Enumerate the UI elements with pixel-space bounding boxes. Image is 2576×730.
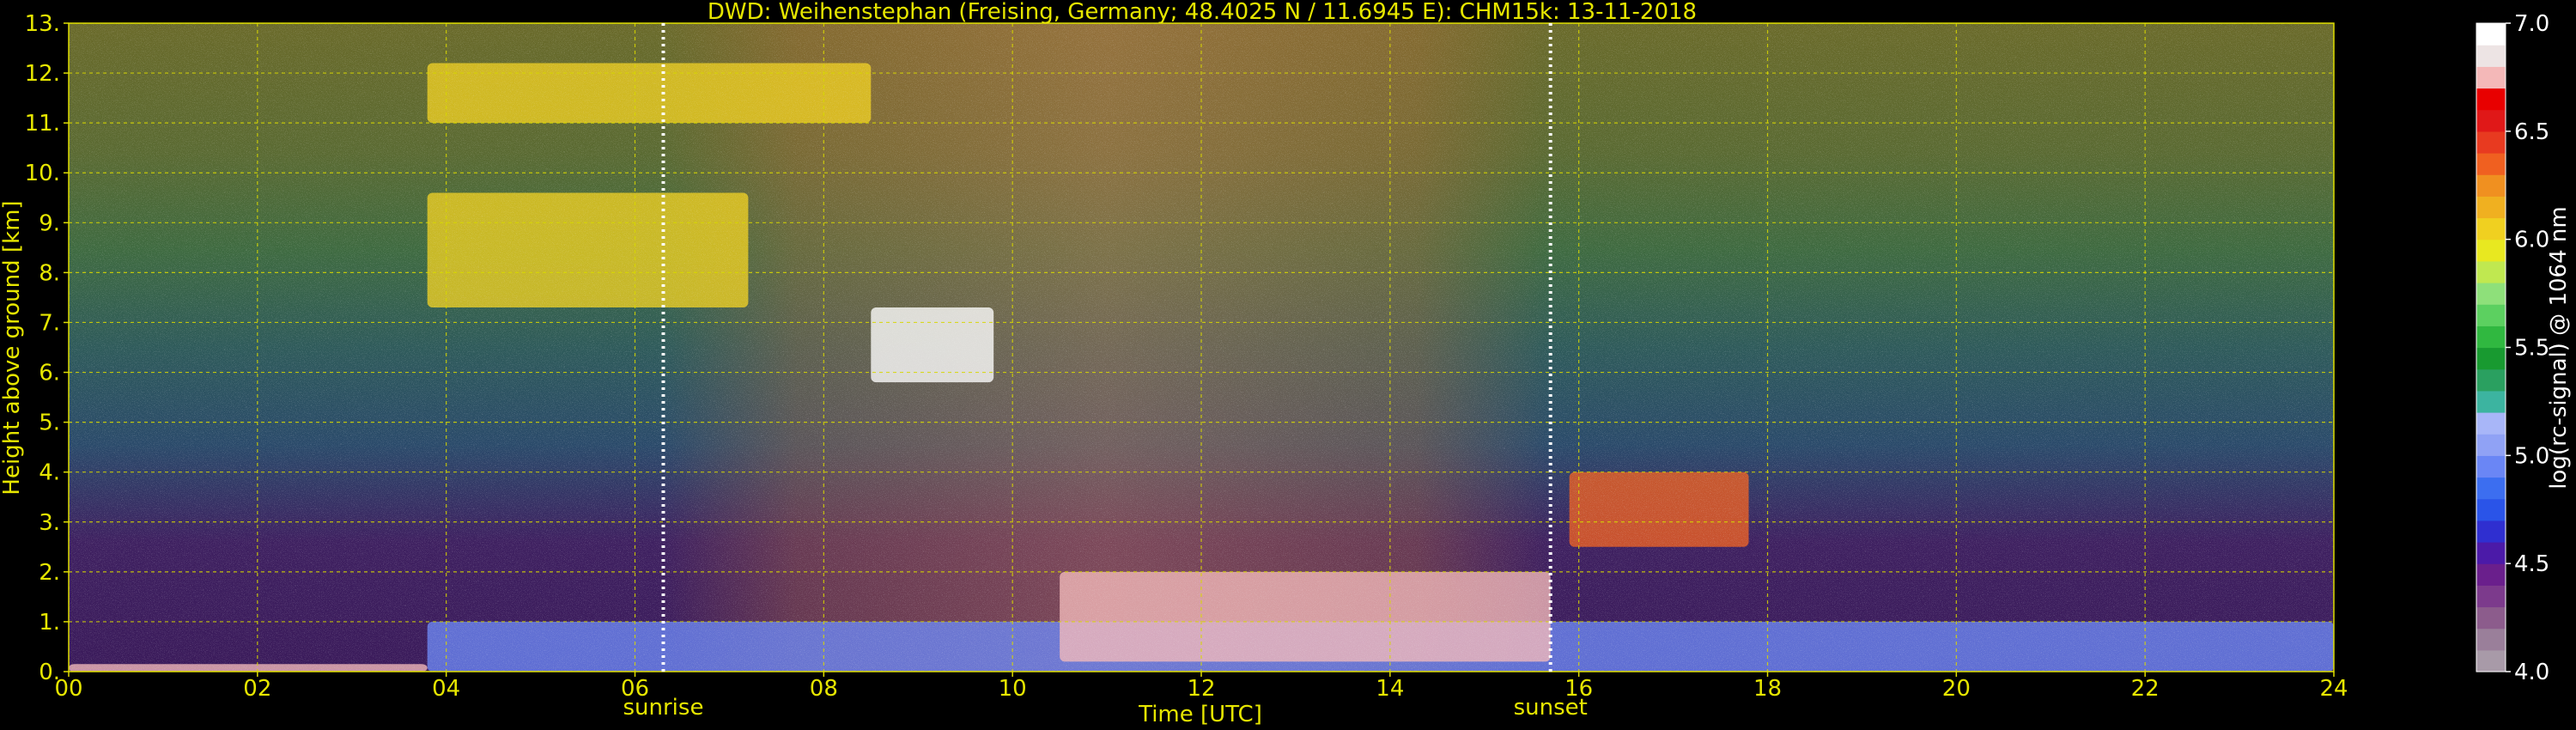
x-tick-label: 24 [2319,676,2348,702]
colorbar-segment [2476,412,2506,435]
colorbar-tick-label: 6.0 [2514,228,2549,253]
y-tick-label: 10. [25,161,60,186]
x-tick-label: 10 [999,676,1027,702]
y-tick-label: 7. [39,310,60,336]
y-tick-label: 0. [39,660,60,685]
x-tick-label: 18 [1753,676,1782,702]
colorbar-segment [2476,66,2506,89]
y-tick-label: 13. [25,11,60,37]
chart-title: DWD: Weihenstephan (Freising, Germany; 4… [708,0,1697,25]
colorbar-segment [2476,88,2506,111]
colorbar-segment [2476,520,2506,543]
y-tick-label: 4. [39,460,60,486]
x-tick-label: 16 [1564,676,1593,702]
x-tick-label: 14 [1376,676,1404,702]
colorbar-tick-label: 5.5 [2514,336,2549,362]
colorbar-segment [2476,109,2506,132]
lidar-chart: sunrise sunset 00 02 04 06 08 10 12 14 16 18 20 22 24… [0,0,2576,730]
x-tick-label: 22 [2131,676,2160,702]
x-tick-label: 08 [810,676,838,702]
colorbar-segment [2476,217,2506,240]
colorbar-segment [2476,585,2506,608]
x-axis-label: Time [UTC] [1138,702,1262,727]
x-tick-label: 04 [432,676,460,702]
colorbar-segment [2476,542,2506,564]
colorbar-tick-label: 5.0 [2514,443,2549,469]
colorbar-segment [2476,304,2506,326]
colorbar-segment [2476,347,2506,370]
colorbar-label: log(rc-signal) @ 1064 nm [2546,206,2572,489]
colorbar-segment [2476,325,2506,349]
colorbar-segment [2476,196,2506,219]
colorbar-tick-label: 7.0 [2514,11,2549,37]
colorbar-segment [2476,174,2506,197]
x-tick-label: 20 [1942,676,1971,702]
y-axis-label: Height above ground [km] [0,200,25,495]
y-tick-label: 2. [39,560,60,586]
colorbar-segment [2476,434,2506,456]
colorbar-segment [2476,153,2506,175]
colorbar-segment [2476,498,2506,521]
x-tick-label: 12 [1187,676,1215,702]
colorbar-segment [2476,368,2506,392]
colorbar-tick-label: 4.0 [2514,660,2549,685]
y-tick-label: 5. [39,411,60,436]
y-tick-label: 1. [39,610,60,636]
colorbar-segment [2476,563,2506,586]
x-tick-label: 02 [243,676,271,702]
colorbar-segment [2476,45,2506,67]
colorbar-segment [2476,23,2506,46]
y-tick-label: 11. [25,111,60,137]
colorbar [2476,22,2506,672]
colorbar-tick-label: 6.5 [2514,119,2549,145]
colorbar-segment [2476,455,2506,478]
colorbar-segment [2476,260,2506,283]
y-tick-label: 12. [25,61,60,87]
colorbar-segment [2476,649,2506,672]
colorbar-segment [2476,606,2506,630]
y-tick-label: 3. [39,510,60,536]
colorbar-segment [2476,283,2506,305]
y-tick-label: 9. [39,210,60,236]
colorbar-segment [2476,131,2506,154]
plot-area [69,23,2334,672]
colorbar-segment [2476,628,2506,651]
colorbar-segment [2476,390,2506,413]
colorbar-tick-label: 4.5 [2514,551,2549,577]
colorbar-segment [2476,477,2506,500]
x-tick-label: 06 [621,676,649,702]
colorbar-segment [2476,239,2506,262]
y-tick-label: 6. [39,361,60,386]
y-tick-label: 8. [39,260,60,286]
